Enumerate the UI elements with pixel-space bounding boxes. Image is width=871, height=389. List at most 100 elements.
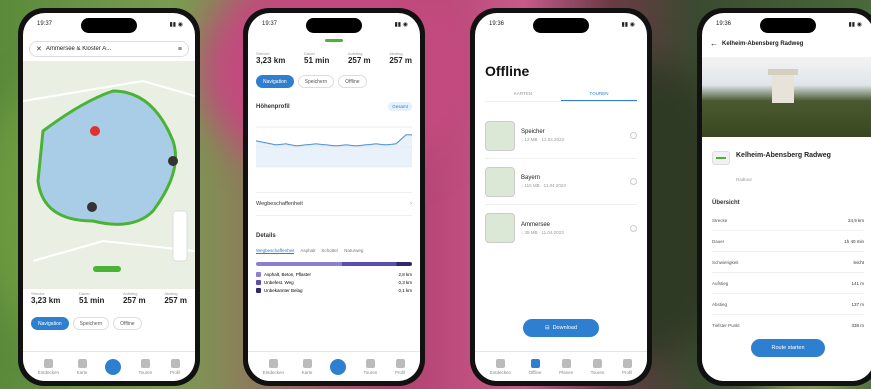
tab-label: Entdecken (262, 369, 285, 375)
tab-tours[interactable]: Touren (364, 358, 377, 375)
tour-category: Radtour (736, 177, 753, 182)
stats-row: Strecke 3,23 km Dauer 51 min Aufstieg 257 m… (23, 291, 195, 305)
tab-profile[interactable]: Profil (622, 358, 632, 375)
elevation-badge[interactable]: Gesamt (388, 102, 412, 111)
legend-value: 2,8 km (398, 272, 412, 277)
close-icon[interactable]: ✕ (36, 45, 42, 53)
elevation-section: Höhenprofil Gesamt (255, 102, 412, 184)
map-header: ✕ Ammersee & Kloster A... ≡ (29, 41, 189, 57)
row-value: 141 m (851, 280, 864, 286)
more-icon[interactable] (630, 132, 637, 139)
notch (306, 18, 362, 33)
tab-discover[interactable]: Entdecken (262, 358, 285, 375)
legend-item: Asphalt, Beton, Pflaster 2,8 km (256, 272, 412, 277)
status-time: 19:36 (489, 21, 505, 27)
details-tab[interactable]: Asphalt (300, 248, 315, 254)
map-svg (23, 61, 195, 289)
start-marker[interactable] (90, 126, 100, 136)
download-icon (530, 358, 540, 368)
map-area[interactable] (23, 61, 195, 289)
offline-button[interactable]: Offline (338, 75, 367, 88)
stat-distance: Strecke 3,23 km (256, 51, 285, 65)
plan-icon (329, 358, 346, 375)
tab-plan[interactable] (104, 358, 121, 375)
route-icon (365, 358, 375, 368)
offline-title: Offline (485, 63, 530, 79)
status-time: 19:36 (716, 21, 732, 27)
tab-offline[interactable]: Offline (528, 358, 542, 375)
tab-bar: Entdecken Karte Touren Profil (248, 351, 420, 381)
save-button[interactable]: Speichern (297, 75, 335, 88)
start-route-button[interactable]: Route starten (751, 339, 825, 357)
tab-label: Entdecken (489, 369, 512, 375)
map-icon (77, 358, 87, 368)
tab-profile[interactable]: Profil (395, 358, 405, 375)
download-button[interactable]: ⊟ Download (523, 319, 599, 337)
surface-bar (256, 262, 412, 266)
stat-value: 51 min (304, 56, 330, 65)
details-tab[interactable]: Naturweg (344, 248, 363, 254)
list-item[interactable]: Bayern ↓ 115 MB · 11.04.2023 (485, 159, 637, 205)
tab-map[interactable]: Karte (77, 358, 87, 375)
drag-handle[interactable] (325, 39, 343, 42)
more-icon[interactable] (630, 178, 637, 185)
map-icon (302, 358, 312, 368)
item-meta: ↓ 12 MB · 12.04.2023 (521, 137, 565, 142)
row-value: 24,9 km (847, 217, 864, 223)
waypoint-marker-2[interactable] (168, 156, 178, 166)
legend-swatch (256, 272, 261, 277)
details-tab[interactable]: Schotter (321, 248, 338, 254)
waypoint-marker[interactable] (87, 202, 97, 212)
elevation-chart[interactable] (255, 117, 412, 179)
map-controls[interactable] (172, 210, 188, 262)
elevation-title: Höhenprofil (256, 103, 290, 110)
stat-distance: Strecke 3,23 km (31, 291, 60, 305)
tab-label: Entdecken (37, 369, 60, 375)
elevation-line (255, 134, 412, 147)
tab-tours[interactable]: Touren (590, 358, 605, 375)
tab-map[interactable]: Karte (301, 358, 313, 375)
tab-plan[interactable]: Planen (559, 358, 574, 375)
navigation-button[interactable]: Navigation (256, 75, 294, 88)
segment-tab-maps[interactable]: KARTEN (485, 91, 561, 101)
back-arrow-icon[interactable]: ← (710, 39, 718, 48)
bike-icon (716, 157, 726, 159)
stat-descent: Abstieg 257 m (389, 51, 412, 65)
details-tab[interactable]: Wegbeschaffenheit (256, 248, 295, 254)
tab-bar: Entdecken Offline Planen Touren Profil (475, 351, 647, 381)
chevron-right-icon: › (410, 201, 412, 207)
tab-discover[interactable]: Entdecken (489, 358, 512, 375)
tour-title: Kelheim-Abensberg Radweg (736, 152, 831, 159)
item-meta: ↓ 115 MB · 11.04.2023 (521, 183, 566, 188)
offline-list: Speicher ↓ 12 MB · 12.04.2023 Bayern ↓ 1… (485, 113, 637, 251)
menu-icon[interactable]: ≡ (178, 46, 182, 53)
segment-tab-tours[interactable]: TOUREN (561, 91, 637, 101)
stats-panel: Strecke 3,23 km Dauer 51 min Aufstieg 257 m… (23, 291, 195, 330)
more-icon[interactable] (630, 224, 637, 232)
route-icon (140, 358, 150, 368)
tour-header-title: Kelheim-Abensberg Radweg (722, 40, 804, 47)
stat-duration: Dauer 51 min (304, 51, 329, 65)
status-time: 19:37 (37, 21, 53, 27)
notch (533, 18, 589, 33)
tab-label: Offline (528, 369, 542, 375)
item-name: Ammersee (521, 221, 551, 228)
tab-label: Touren (590, 369, 605, 375)
surface-row[interactable]: Wegbeschaffenheit › (256, 192, 412, 216)
tab-discover[interactable]: Entdecken (37, 358, 60, 375)
tab-profile[interactable]: Profil (170, 358, 180, 375)
list-item[interactable]: Ammersee ↓ 35 MB · 11.04.2023 (485, 205, 637, 251)
tab-label: Planen (559, 369, 574, 375)
stat-value: 257 m (347, 56, 371, 65)
navigation-button[interactable]: Navigation (31, 317, 69, 330)
segment-tabs: KARTEN TOUREN (485, 91, 637, 102)
status-icons: ▮▮ ◉ (621, 22, 635, 28)
list-item[interactable]: Speicher ↓ 12 MB · 12.04.2023 (485, 113, 637, 159)
save-button[interactable]: Speichern (72, 317, 110, 330)
offline-button[interactable]: Offline (113, 317, 142, 330)
item-name: Speicher (521, 129, 545, 135)
tab-tours[interactable]: Touren (139, 358, 152, 375)
tab-label: Karte (301, 369, 313, 375)
tab-plan[interactable] (329, 358, 346, 375)
details-title: Details (256, 233, 276, 239)
